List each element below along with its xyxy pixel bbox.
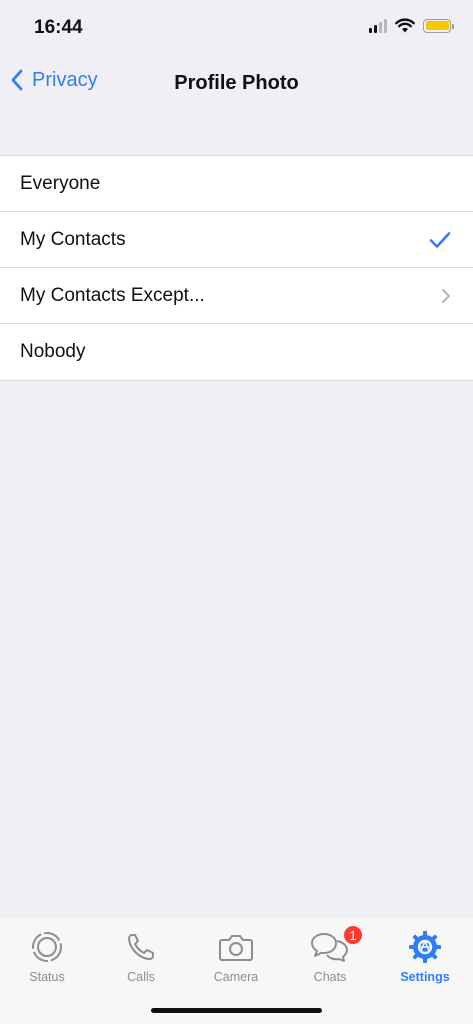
status-time: 16:44 bbox=[34, 17, 83, 38]
option-everyone[interactable]: Everyone bbox=[0, 156, 473, 212]
unread-badge: 1 bbox=[342, 924, 364, 946]
status-icons bbox=[369, 18, 454, 33]
option-label: My Contacts Except... bbox=[20, 285, 205, 306]
battery-icon bbox=[423, 18, 454, 33]
option-nobody[interactable]: Nobody bbox=[0, 324, 473, 380]
tab-calls[interactable]: Calls bbox=[94, 930, 188, 984]
profile-photo-screen: 16:44 Privacy Profile Photo Everyone My … bbox=[0, 0, 473, 1024]
cellular-signal-icon bbox=[369, 18, 387, 33]
tab-label: Calls bbox=[127, 970, 155, 984]
chevron-right-icon bbox=[441, 288, 451, 304]
camera-icon bbox=[219, 935, 253, 961]
navigation-bar: Privacy Profile Photo bbox=[0, 56, 473, 112]
tab-chats[interactable]: 1 Chats bbox=[283, 924, 377, 984]
option-my-contacts[interactable]: My Contacts bbox=[0, 212, 473, 268]
phone-icon bbox=[128, 934, 154, 960]
privacy-options-list: Everyone My Contacts My Contacts Except.… bbox=[0, 155, 473, 381]
tab-label: Status bbox=[29, 970, 65, 984]
tab-label: Settings bbox=[400, 970, 450, 984]
home-indicator bbox=[151, 1008, 322, 1013]
page-title: Profile Photo bbox=[174, 72, 299, 94]
option-label: Everyone bbox=[20, 173, 101, 194]
tab-settings[interactable]: Settings bbox=[378, 930, 472, 984]
settings-gear-icon bbox=[409, 931, 441, 963]
option-label: Nobody bbox=[20, 341, 86, 362]
tab-label: Camera bbox=[213, 970, 259, 984]
status-bar: 16:44 bbox=[0, 0, 473, 56]
tab-status[interactable]: Status bbox=[0, 930, 94, 984]
option-label: My Contacts bbox=[20, 229, 126, 250]
wifi-icon bbox=[395, 18, 415, 33]
status-icon bbox=[32, 932, 62, 962]
option-my-contacts-except[interactable]: My Contacts Except... bbox=[0, 268, 473, 324]
checkmark-icon bbox=[429, 231, 451, 249]
tab-camera[interactable]: Camera bbox=[189, 930, 283, 984]
tab-label: Chats bbox=[313, 970, 347, 984]
